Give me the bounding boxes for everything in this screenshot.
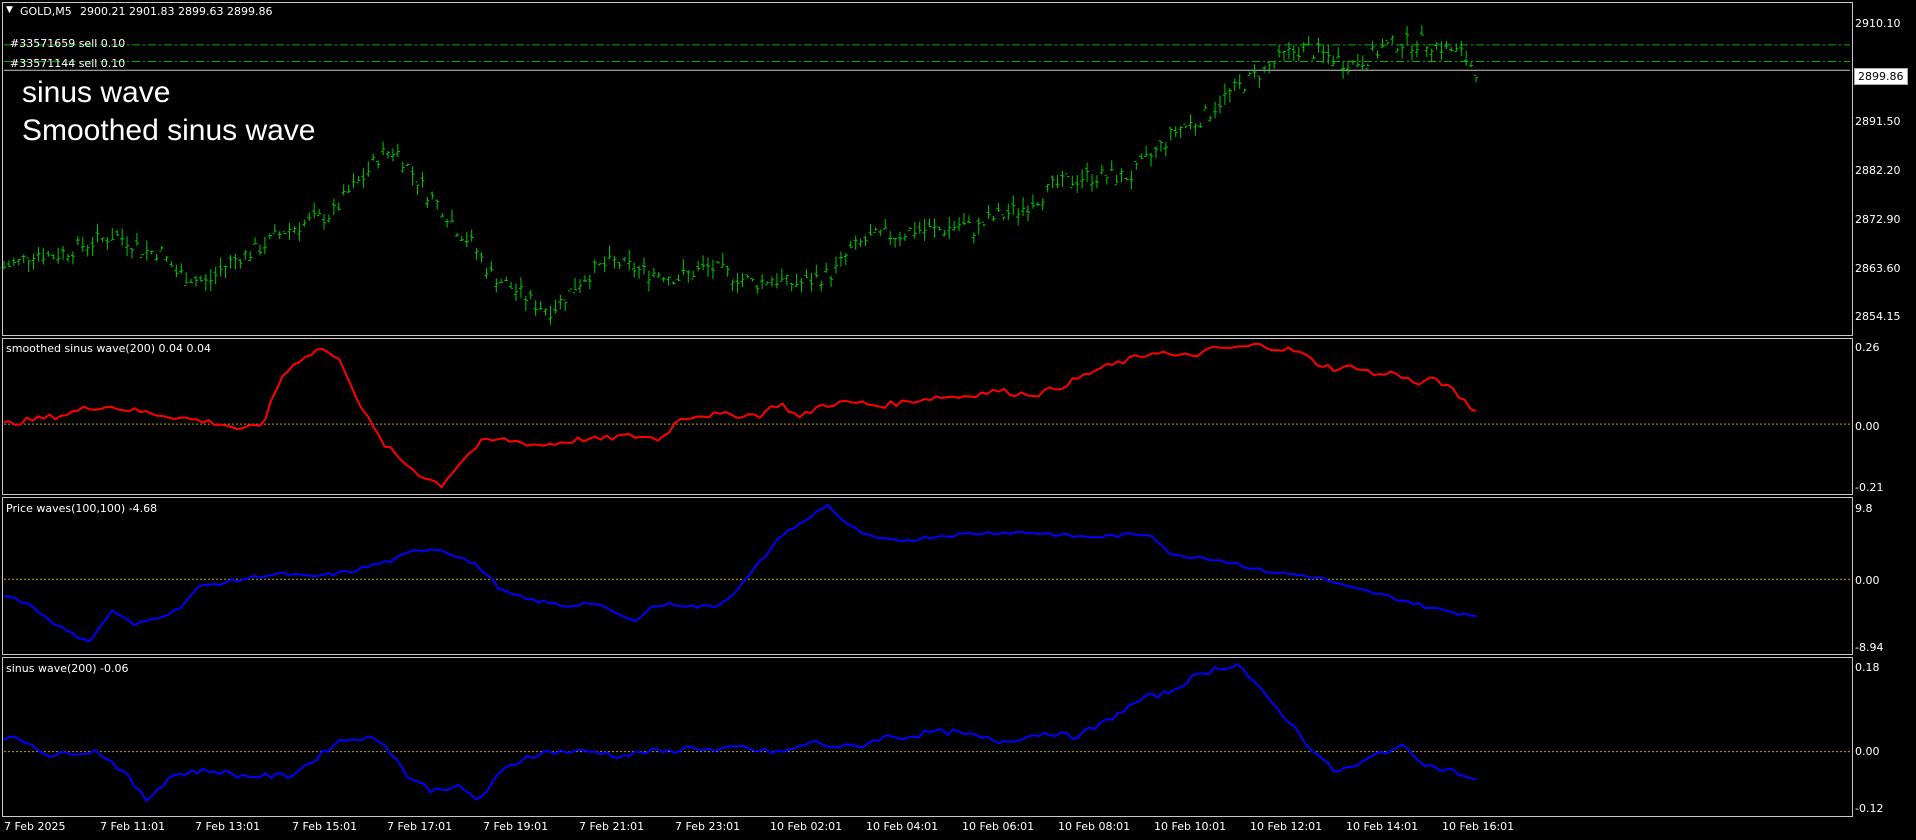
x-tick-label: 10 Feb 10:01 [1154, 820, 1227, 833]
smoothed-sinus-wave-line [3, 342, 1477, 489]
y-tick-label: 0.26 [1855, 341, 1880, 354]
y-tick-label: 2910.10 [1855, 17, 1901, 30]
x-tick-label: 10 Feb 12:01 [1250, 820, 1323, 833]
x-tick-label: 7 Feb 15:01 [292, 820, 358, 833]
y-tick-label: 2863.60 [1855, 262, 1901, 275]
x-tick-label: 10 Feb 16:01 [1442, 820, 1515, 833]
x-tick-label: 7 Feb 17:01 [387, 820, 453, 833]
x-tick-label: 10 Feb 06:01 [962, 820, 1035, 833]
overlay-title: sinus wave [22, 76, 171, 109]
ohlc-values: 2900.21 2901.83 2899.63 2899.86 [80, 5, 273, 18]
y-tick-label: 0.00 [1855, 745, 1880, 758]
sinus-wave-line [3, 663, 1477, 802]
x-tick-label: 7 Feb 21:01 [579, 820, 645, 833]
indicator-title: smoothed sinus wave(200) 0.04 0.04 [6, 342, 211, 355]
y-tick-label: 0.00 [1855, 574, 1880, 587]
x-tick-label: 7 Feb 13:01 [195, 820, 261, 833]
y-tick-label: 2854.15 [1855, 310, 1901, 323]
overlay-subtitle: Smoothed sinus wave [22, 114, 316, 147]
y-tick-label: 0.00 [1855, 420, 1880, 433]
y-tick-label: -0.12 [1855, 802, 1884, 815]
x-tick-label: 7 Feb 11:01 [100, 820, 166, 833]
y-tick-label: 2872.90 [1855, 213, 1901, 226]
y-tick-label: 2882.20 [1855, 164, 1901, 177]
order-label[interactable]: #33571659 sell 0.10 [10, 37, 125, 50]
x-tick-label: 10 Feb 14:01 [1346, 820, 1419, 833]
x-tick-label: 7 Feb 2025 [4, 820, 66, 833]
x-tick-label: 7 Feb 19:01 [483, 820, 549, 833]
x-tick-label: 10 Feb 02:01 [770, 820, 843, 833]
y-tick-label: 9.8 [1855, 502, 1873, 515]
y-tick-label: -0.21 [1855, 481, 1884, 494]
y-tick-label: 2891.50 [1855, 115, 1901, 128]
menu-triangle-icon[interactable]: ▼ [6, 5, 13, 15]
current-price-tag: 2899.86 [1854, 68, 1908, 85]
y-tick-label: -8.94 [1855, 641, 1884, 654]
y-tick-label: 0.18 [1855, 661, 1880, 674]
x-tick-label: 7 Feb 23:01 [675, 820, 741, 833]
order-label[interactable]: #33571144 sell 0.10 [10, 57, 125, 70]
indicator-title: Price waves(100,100) -4.68 [6, 502, 158, 515]
price-waves-line [4, 503, 1477, 643]
x-tick-label: 10 Feb 04:01 [866, 820, 939, 833]
x-tick-label: 10 Feb 08:01 [1058, 820, 1131, 833]
symbol-label: GOLD,M5 [20, 5, 72, 18]
indicator-title: sinus wave(200) -0.06 [6, 662, 129, 675]
